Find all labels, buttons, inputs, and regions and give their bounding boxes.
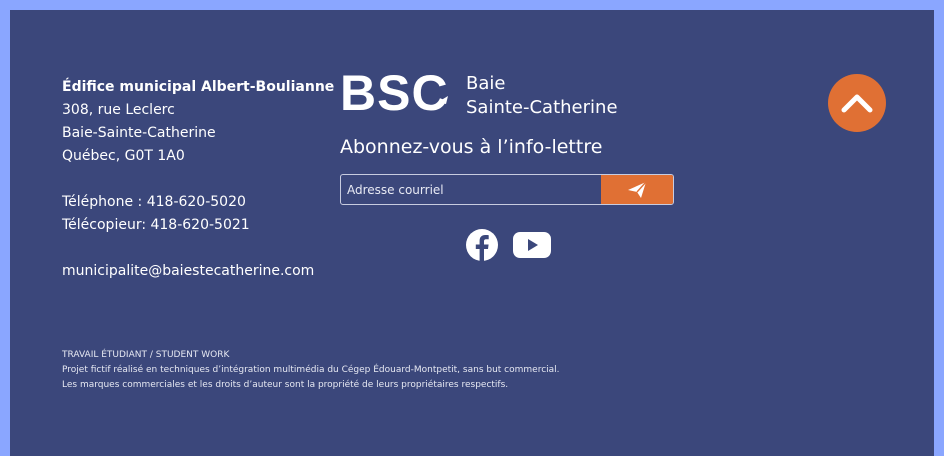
legal-notice: TRAVAIL ÉTUDIANT / STUDENT WORK Projet f… — [62, 348, 560, 393]
bsc-logo-mark: BSC — [340, 68, 449, 118]
logo-wordmark: Baie Sainte-Catherine — [466, 72, 618, 120]
phone-number: Téléphone : 418-620-5020 — [62, 194, 246, 210]
legal-line-3: Les marques commerciales et les droits d… — [62, 380, 509, 390]
contact-address: Édifice municipal Albert-Boulianne 308, … — [62, 76, 334, 283]
city: Baie-Sainte-Catherine — [62, 125, 216, 141]
paper-plane-icon — [628, 181, 647, 198]
bsc-logo[interactable]: BSC Baie Sainte-Catherine — [340, 68, 618, 128]
site-footer: Édifice municipal Albert-Boulianne 308, … — [10, 10, 934, 456]
email-link[interactable]: municipalite@baiestecatherine.com — [62, 260, 334, 283]
newsletter-form — [340, 174, 674, 205]
youtube-link[interactable] — [513, 231, 551, 263]
region-postal-code: Québec, G0T 1A0 — [62, 148, 185, 164]
email-input[interactable] — [341, 175, 603, 204]
logo-line-1: Baie — [466, 73, 506, 94]
logo-initials: BSC — [340, 68, 449, 118]
newsletter-title: Abonnez-vous à l’info-lettre — [340, 136, 603, 158]
logo-line-2: Sainte-Catherine — [466, 97, 618, 118]
building-name: Édifice municipal Albert-Boulianne — [62, 79, 335, 95]
legal-line-2: Projet fictif réalisé en techniques d’in… — [62, 365, 560, 375]
legal-line-1: TRAVAIL ÉTUDIANT / STUDENT WORK — [62, 350, 230, 360]
back-to-top-button[interactable] — [828, 74, 886, 132]
newsletter-submit-button[interactable] — [601, 175, 673, 204]
facebook-icon — [466, 229, 498, 261]
facebook-link[interactable] — [465, 228, 499, 266]
fax-number: Télécopieur: 418-620-5021 — [62, 217, 250, 233]
page-frame: Édifice municipal Albert-Boulianne 308, … — [0, 0, 944, 456]
chevron-up-icon — [841, 94, 873, 113]
social-links — [465, 228, 551, 266]
youtube-icon — [513, 232, 551, 258]
street-address: 308, rue Leclerc — [62, 102, 175, 118]
